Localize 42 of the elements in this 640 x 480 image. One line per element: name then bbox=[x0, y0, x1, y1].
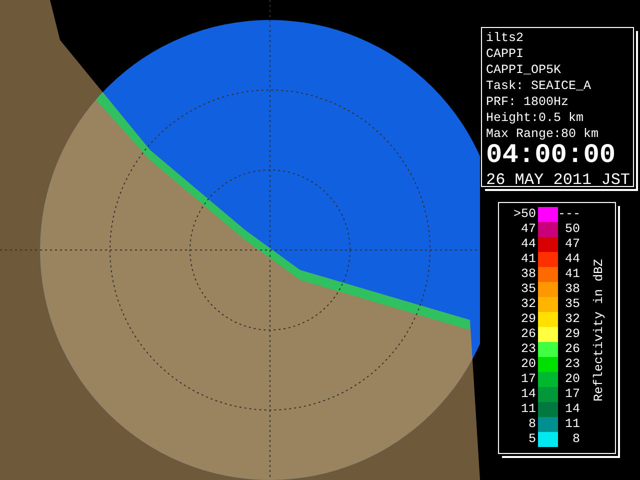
legend-value: 38 bbox=[520, 267, 537, 282]
legend-value: 23 bbox=[520, 342, 537, 357]
legend-title: Reflectivity in dBZ bbox=[592, 258, 606, 402]
info-line: PRF: 1800Hz bbox=[486, 94, 570, 110]
legend-value: --- bbox=[558, 207, 582, 222]
legend-value: 5 bbox=[527, 432, 537, 447]
legend-value: 11 bbox=[520, 402, 537, 417]
legend-value: 41 bbox=[564, 267, 581, 282]
time-text: 04:00:00 bbox=[486, 142, 617, 170]
legend-value: 29 bbox=[564, 327, 581, 342]
legend-value: 44 bbox=[520, 237, 537, 252]
info-line: Height:0.5 km bbox=[486, 110, 585, 126]
legend-value: 41 bbox=[520, 252, 537, 267]
legend-value: 20 bbox=[520, 357, 537, 372]
legend-value: 14 bbox=[564, 402, 581, 417]
legend-value: 23 bbox=[564, 357, 581, 372]
legend-value: 50 bbox=[564, 222, 581, 237]
info-line: Task: SEAICE_A bbox=[486, 78, 592, 94]
legend-value: 38 bbox=[564, 282, 581, 297]
legend-value: 32 bbox=[564, 312, 581, 327]
legend-value: 47 bbox=[520, 222, 537, 237]
legend-value: 35 bbox=[564, 297, 581, 312]
legend-value: 14 bbox=[520, 387, 537, 402]
legend-value: >50 bbox=[512, 207, 537, 222]
legend-value: 26 bbox=[564, 342, 581, 357]
date-text: 26 MAY 2011 JST bbox=[486, 170, 630, 190]
legend-value: 32 bbox=[520, 297, 537, 312]
info-line: CAPPI bbox=[486, 46, 525, 62]
legend-value: 47 bbox=[564, 237, 581, 252]
info-line: Max Range:80 km bbox=[486, 126, 600, 142]
legend-value: 11 bbox=[564, 417, 581, 432]
legend-value: 8 bbox=[571, 432, 581, 447]
legend-value: 17 bbox=[564, 387, 581, 402]
legend-value: 35 bbox=[520, 282, 537, 297]
info-line: CAPPI_OP5K bbox=[486, 62, 562, 78]
legend-value: 44 bbox=[564, 252, 581, 267]
legend-value: 29 bbox=[520, 312, 537, 327]
legend-value: 8 bbox=[527, 417, 537, 432]
legend-value: 26 bbox=[520, 327, 537, 342]
legend-value: 17 bbox=[520, 372, 537, 387]
legend-value: 20 bbox=[564, 372, 581, 387]
info-line: ilts2 bbox=[486, 30, 525, 46]
